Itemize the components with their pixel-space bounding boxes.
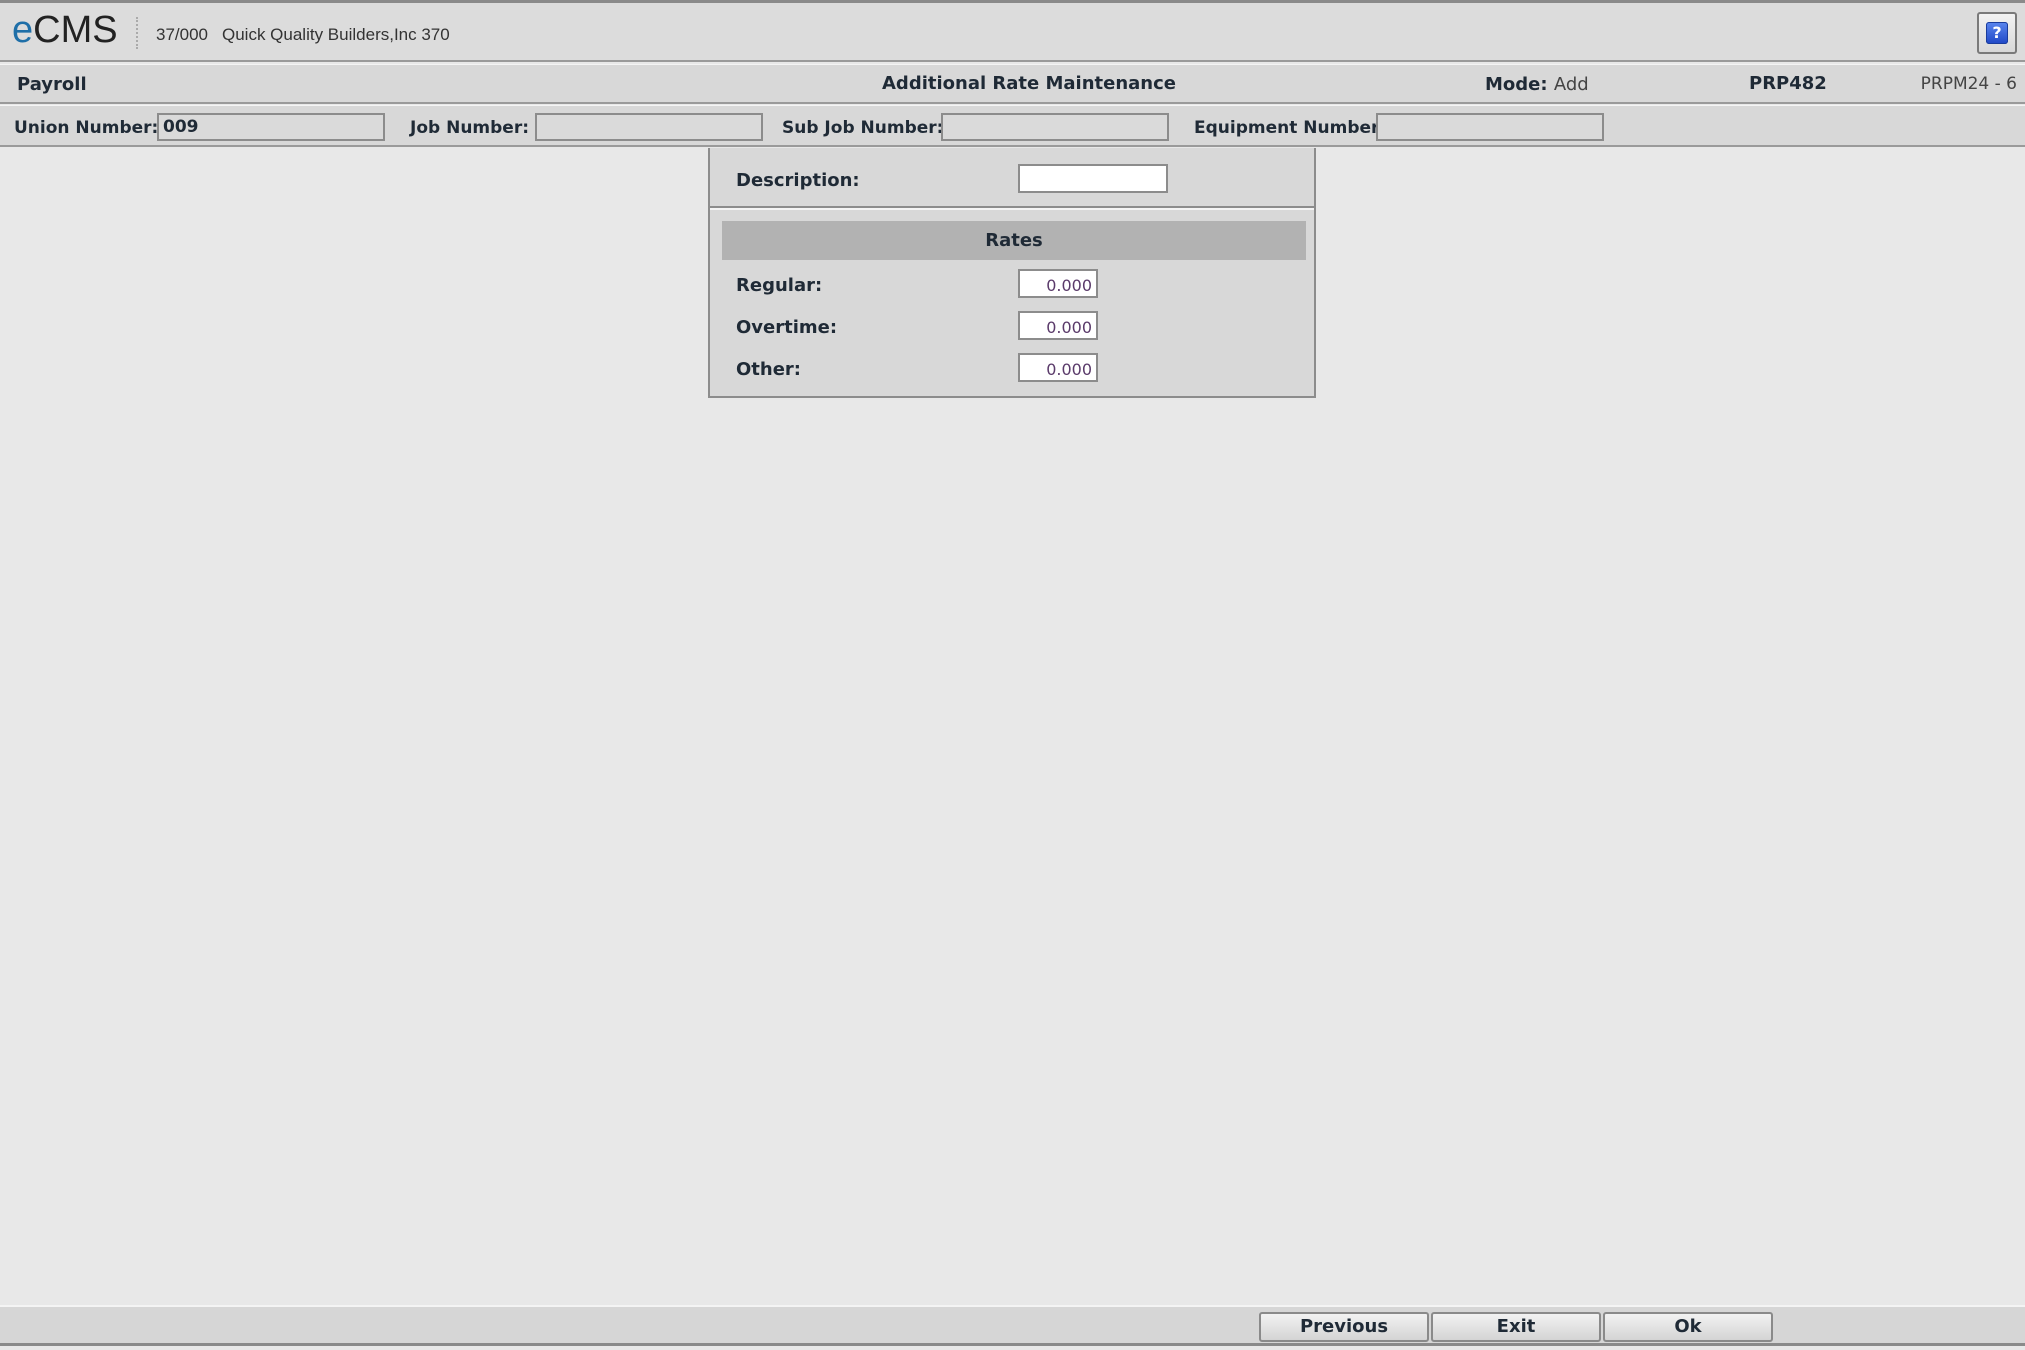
union-number-label: Union Number:: [14, 118, 159, 138]
overtime-rate-field[interactable]: [1018, 311, 1098, 340]
union-number-field[interactable]: [157, 113, 385, 141]
job-number-field[interactable]: [535, 113, 763, 141]
regular-rate-field[interactable]: [1018, 269, 1098, 298]
ok-button[interactable]: Ok: [1603, 1312, 1773, 1342]
logo-divider: [136, 17, 141, 49]
equipment-number-field[interactable]: [1376, 113, 1604, 141]
previous-button[interactable]: Previous: [1259, 1312, 1429, 1342]
other-rate-label: Other:: [736, 359, 802, 380]
help-icon: ?: [1986, 22, 2008, 44]
ecms-logo: eCMS: [12, 9, 118, 51]
mode-indicator: Mode: Add: [1485, 74, 1589, 95]
regular-rate-label: Regular:: [736, 275, 823, 296]
other-rate-field[interactable]: [1018, 353, 1098, 382]
overtime-rate-label: Overtime:: [736, 317, 838, 338]
rates-section-header: Rates: [722, 221, 1306, 260]
description-label: Description:: [736, 170, 860, 191]
page-title: Additional Rate Maintenance: [882, 73, 1177, 94]
rate-form-panel: Description: Rates Regular: Overtime: Ot…: [708, 148, 1316, 398]
equipment-number-label: Equipment Number:: [1194, 118, 1387, 138]
description-field[interactable]: [1018, 164, 1168, 193]
key-fields-bar: Union Number: Job Number: Sub Job Number…: [0, 105, 2025, 147]
screen-version: PRPM24 - 6: [1920, 74, 2017, 94]
sub-job-number-field[interactable]: [941, 113, 1169, 141]
program-id: PRP482: [1749, 73, 1827, 94]
module-name: Payroll: [17, 74, 87, 95]
company-info: 37/000 Quick Quality Builders,Inc 370: [156, 25, 464, 45]
job-number-label: Job Number:: [410, 118, 530, 138]
screen-title-bar: Payroll Additional Rate Maintenance Mode…: [0, 64, 2025, 104]
action-bar: Previous Exit Ok: [0, 1305, 2025, 1346]
section-divider: [710, 206, 1314, 210]
mode-value: Add: [1553, 74, 1589, 95]
company-name: Quick Quality Builders,Inc 370: [222, 25, 450, 44]
help-button[interactable]: ?: [1977, 12, 2017, 54]
exit-button[interactable]: Exit: [1431, 1312, 1601, 1342]
sub-job-number-label: Sub Job Number:: [782, 118, 944, 138]
app-header: eCMS 37/000 Quick Quality Builders,Inc 37…: [0, 0, 2025, 62]
company-code: 37/000: [156, 25, 208, 44]
